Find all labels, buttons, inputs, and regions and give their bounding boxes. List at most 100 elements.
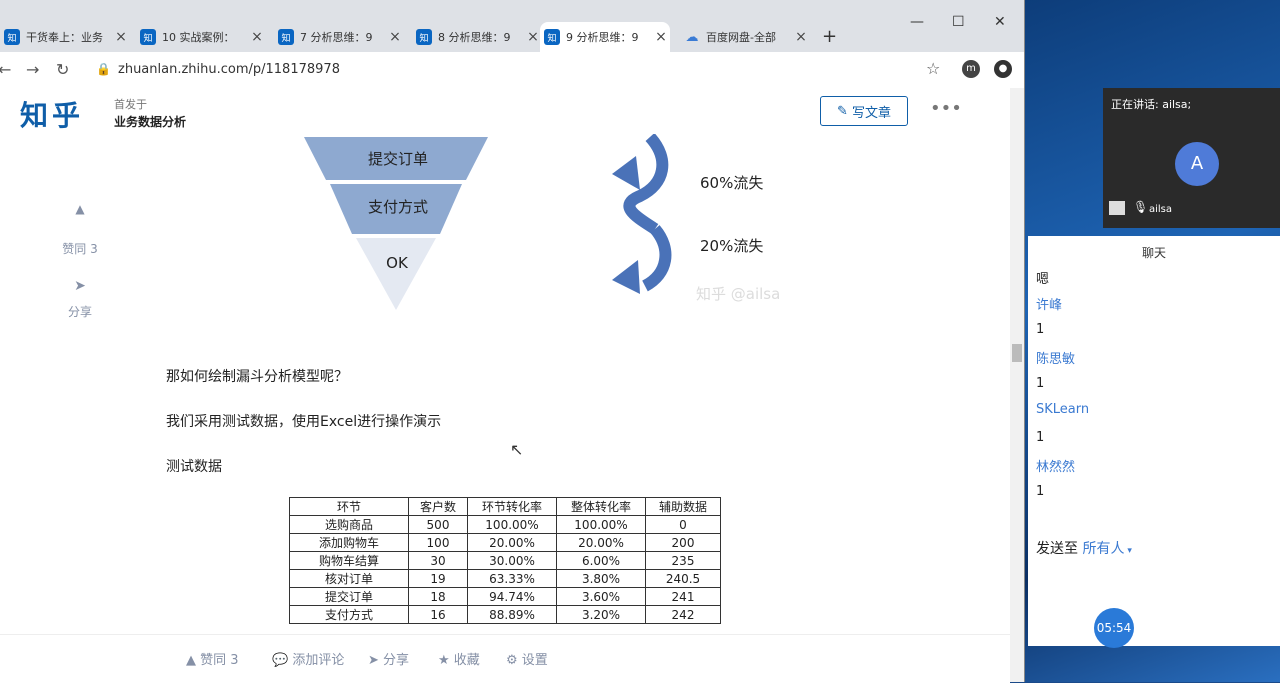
funnel-level-3: [356, 238, 436, 310]
camera-icon[interactable]: [1109, 201, 1125, 215]
settings-label: 设置: [521, 653, 548, 668]
upvote-count: 赞同 3: [62, 242, 98, 256]
table-header-cell: 客户数: [408, 497, 468, 516]
scrollbar-thumb[interactable]: [1012, 344, 1022, 362]
table-cell: 30.00%: [467, 551, 557, 570]
data-table: 环节 客户数 环节转化率 整体转化率 辅助数据 选购商品 500 100.00% 100.00…: [289, 497, 721, 624]
settings-button[interactable]: ⚙ 设置: [506, 649, 548, 668]
forward-icon[interactable]: →: [26, 60, 39, 79]
close-tab-icon[interactable]: ×: [112, 29, 130, 45]
browser-tab[interactable]: 知干货奉上：业务 ×: [0, 22, 130, 52]
minimize-button[interactable]: —: [910, 14, 924, 30]
table-cell: 200: [645, 533, 721, 552]
tab-title: 10 实战案例：: [162, 31, 235, 44]
address-bar[interactable]: zhuanlan.zhihu.com/p/118178978: [118, 62, 340, 77]
table-header-cell: 辅助数据: [645, 497, 721, 516]
chat-panel: 聊天 嗯许峰 1 陈思敏 1 SKLearn 1 林然然 1 发送至 所有人 ▾: [1028, 236, 1280, 646]
browser-tab[interactable]: ☁ 百度网盘-全部 ×: [680, 22, 810, 52]
write-article-label: 写文章: [851, 105, 891, 121]
extension-icon[interactable]: m: [962, 60, 980, 78]
chat-message: 嗯: [1036, 272, 1050, 287]
favorite-button[interactable]: ★ 收藏: [438, 649, 480, 668]
column-name-link[interactable]: 业务数据分析: [114, 113, 186, 130]
close-tab-icon[interactable]: ×: [386, 29, 404, 45]
navigation-bar: ← → ↻ 🔒 zhuanlan.zhihu.com/p/118178978 ☆…: [0, 52, 1024, 89]
new-tab-button[interactable]: +: [822, 26, 837, 47]
star-icon: ★: [438, 653, 454, 668]
funnel-label-2: 支付方式: [368, 198, 428, 216]
chat-sender: 许峰: [1036, 298, 1063, 313]
maximize-button[interactable]: ☐: [952, 14, 965, 30]
meeting-timer[interactable]: 05:54: [1094, 608, 1134, 648]
browser-tab[interactable]: 知 7 分析思维：9 ×: [274, 22, 404, 52]
upvote-icon: ▲: [186, 653, 201, 668]
close-tab-icon[interactable]: ×: [248, 29, 266, 45]
browser-tab[interactable]: 知 9 分析思维：9 ×: [540, 22, 670, 52]
profile-icon[interactable]: ●: [994, 60, 1012, 78]
close-tab-icon[interactable]: ×: [652, 29, 670, 45]
close-window-button[interactable]: ✕: [994, 14, 1006, 30]
table-cell: 241: [645, 587, 721, 606]
table-cell: 0: [645, 515, 721, 534]
upvote-action[interactable]: ▲: [60, 202, 100, 216]
bottom-share-button[interactable]: ➤ 分享: [368, 649, 409, 668]
table-cell: 6.00%: [556, 551, 646, 570]
paragraph-1: 那如何绘制漏斗分析模型呢？: [166, 369, 348, 385]
participant-name: ailsa: [1149, 204, 1173, 215]
loss-arrow-2: [641, 225, 672, 292]
browser-tab[interactable]: 知 10 实战案例： ×: [136, 22, 266, 52]
table-cell: 100.00%: [467, 515, 557, 534]
table-row: 选购商品 500 100.00% 100.00% 0: [289, 515, 721, 534]
send-to-selector[interactable]: 发送至 所有人 ▾: [1036, 538, 1132, 558]
table-cell: 18: [408, 587, 468, 606]
zhihu-favicon-icon: 知: [4, 29, 20, 45]
chevron-down-icon: ▾: [1124, 546, 1132, 556]
back-icon[interactable]: ←: [0, 60, 11, 79]
table-cell: 63.33%: [467, 569, 557, 588]
table-row: 提交订单 18 94.74% 3.60% 241: [289, 587, 721, 606]
loss-label-2: 20%流失: [700, 237, 763, 255]
write-article-button[interactable]: ✎ 写文章: [820, 96, 908, 126]
share-action[interactable]: ➤: [60, 278, 100, 294]
chat-message: 1: [1036, 430, 1045, 445]
table-cell: 核对订单: [289, 569, 409, 588]
bottom-upvote-button[interactable]: ▲ 赞同 3: [186, 649, 239, 668]
table-cell: 240.5: [645, 569, 721, 588]
loss-arrowhead-2: [612, 260, 640, 294]
mouse-cursor-icon: ↖: [510, 440, 524, 459]
table-cell: 3.80%: [556, 569, 646, 588]
share-icon: ➤: [74, 278, 86, 294]
funnel-label-3: OK: [386, 254, 409, 272]
bookmark-star-icon[interactable]: ☆: [926, 59, 940, 78]
zhihu-favicon-icon: 知: [140, 29, 156, 45]
watermark: 知乎 @ailsa: [696, 285, 780, 303]
scrollbar[interactable]: [1010, 88, 1024, 682]
browser-tab[interactable]: 知8 分析思维：9 ×: [412, 22, 542, 52]
send-to-target: 所有人: [1082, 541, 1125, 557]
table-cell: 94.74%: [467, 587, 557, 606]
table-cell: 16: [408, 605, 468, 624]
table-cell: 100.00%: [556, 515, 646, 534]
paragraph-2: 我们采用测试数据，使用Excel进行操作演示: [166, 414, 442, 430]
table-cell: 100: [408, 533, 468, 552]
table-cell: 支付方式: [289, 605, 409, 624]
microphone-icon[interactable]: 🎙: [1133, 200, 1148, 214]
share-label: 分享: [67, 305, 92, 319]
reload-icon[interactable]: ↻: [56, 60, 69, 79]
table-cell: 20.00%: [556, 533, 646, 552]
chat-message: 1: [1036, 376, 1045, 391]
table-row: 添加购物车 100 20.00% 20.00% 200: [289, 533, 721, 552]
lock-icon[interactable]: 🔒: [96, 62, 111, 76]
table-header-cell: 整体转化率: [556, 497, 646, 516]
favorite-label: 收藏: [453, 653, 480, 668]
comment-button[interactable]: 💬 添加评论: [272, 649, 344, 668]
zhihu-logo[interactable]: 知乎: [20, 94, 84, 134]
loss-arrowhead-1: [612, 156, 640, 190]
chat-sender: 林然然: [1036, 460, 1076, 475]
tab-title: 8 分析思维：9: [438, 31, 511, 44]
loss-label-1: 60%流失: [700, 174, 763, 192]
more-options-icon[interactable]: •••: [930, 98, 962, 119]
share-icon: ➤: [368, 653, 384, 668]
zhihu-favicon-icon: 知: [278, 29, 294, 45]
close-tab-icon[interactable]: ×: [792, 29, 810, 45]
